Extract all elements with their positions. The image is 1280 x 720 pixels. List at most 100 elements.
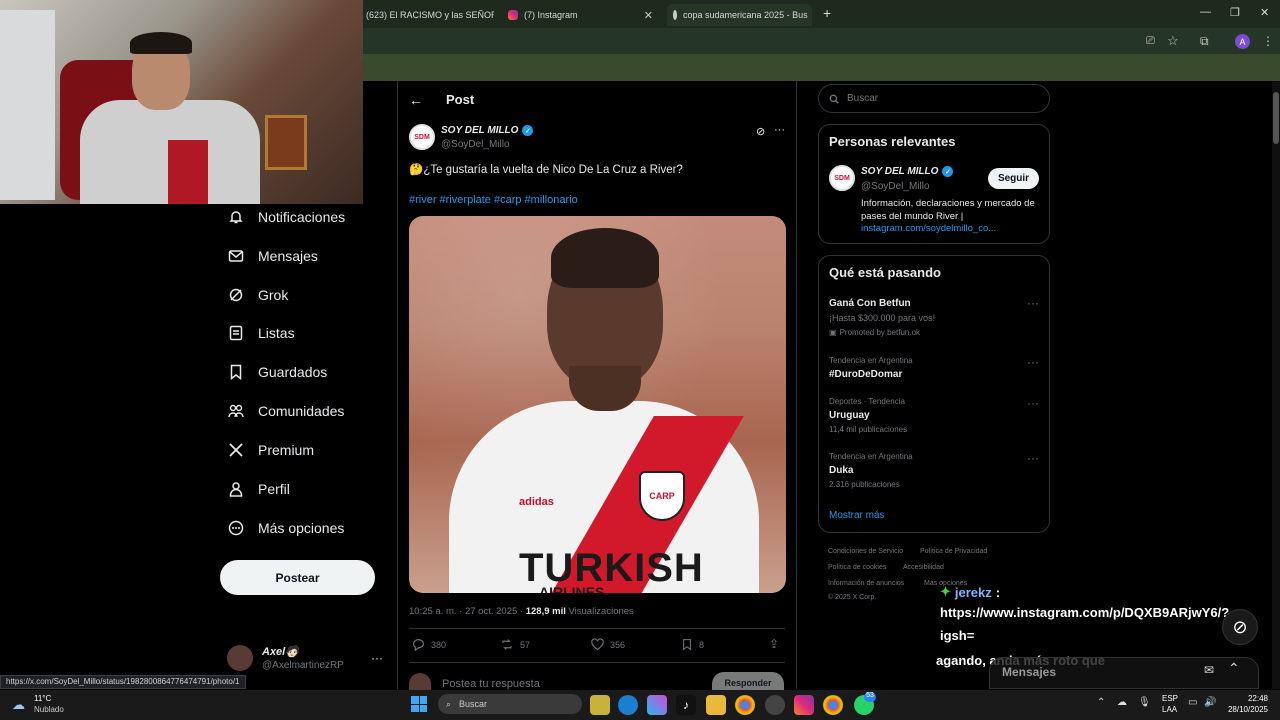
- author-name-row[interactable]: SOY DEL MILLO ✓: [441, 125, 534, 136]
- chrome-icon[interactable]: [823, 695, 843, 715]
- tray-cloud-icon[interactable]: ☁: [1117, 697, 1127, 708]
- lang-2[interactable]: LAA: [1162, 705, 1177, 714]
- network-icon[interactable]: ▭: [1188, 697, 1197, 708]
- nav-item-messages[interactable]: Mensajes: [228, 244, 318, 268]
- weather-text[interactable]: Nublado: [34, 705, 64, 714]
- nav-item-profile[interactable]: Perfil: [228, 477, 290, 501]
- minimize-icon[interactable]: —: [1200, 6, 1211, 18]
- relevant-name-row[interactable]: SOY DEL MILLO ✓: [861, 166, 954, 177]
- scrollbar[interactable]: [1272, 81, 1280, 689]
- grok-explain-icon[interactable]: ⊘: [756, 125, 765, 138]
- browser-tab-active[interactable]: copa sudamericana 2025 - Bus ✕: [667, 4, 812, 26]
- relevant-handle: @SoyDel_Millo: [861, 181, 930, 192]
- share-icon[interactable]: ⇪: [769, 637, 779, 651]
- search-icon: [829, 94, 839, 104]
- back-arrow-icon[interactable]: ←: [409, 92, 423, 108]
- footer-link[interactable]: Política de Privacidad: [920, 548, 987, 555]
- new-tab-icon[interactable]: +: [823, 5, 831, 21]
- grok-fab-icon[interactable]: ⊘: [1222, 609, 1258, 645]
- footer-link[interactable]: Política de cookies: [828, 564, 886, 571]
- relevant-avatar[interactable]: SDM: [829, 165, 855, 191]
- trend-name[interactable]: Uruguay: [829, 410, 870, 421]
- browser-tab[interactable]: (623) El RACISMO y las SEÑORA ✕: [366, 4, 494, 26]
- clock-date[interactable]: 28/10/2025: [1222, 705, 1268, 714]
- app-icon[interactable]: [765, 695, 785, 715]
- account-handle: @AxelmartinezRP: [262, 660, 344, 671]
- lang-1[interactable]: ESP: [1162, 694, 1178, 703]
- divider: [409, 628, 785, 629]
- browser-tab[interactable]: (7) Instagram ✕: [508, 4, 653, 26]
- trend-more-icon[interactable]: ···: [1027, 296, 1039, 310]
- menu-icon[interactable]: ⋮: [1262, 34, 1274, 48]
- star-icon[interactable]: ☆: [1167, 33, 1179, 49]
- trend-name[interactable]: Ganá Con Betfun: [829, 298, 911, 309]
- search-box[interactable]: Buscar: [818, 84, 1050, 113]
- taskbar-search-label: Buscar: [459, 699, 488, 709]
- scrollbar-thumb[interactable]: [1273, 92, 1279, 144]
- microphone-icon[interactable]: 🎙: [1138, 697, 1151, 708]
- search-icon: ⌕: [446, 698, 452, 709]
- trend-more-icon[interactable]: ···: [1027, 355, 1039, 369]
- post-button[interactable]: Postear: [220, 560, 375, 595]
- reply-input[interactable]: Postea tu respuesta: [442, 678, 540, 690]
- author-avatar[interactable]: SDM: [409, 124, 435, 150]
- taskbar-search[interactable]: ⌕ Buscar: [438, 694, 582, 714]
- nav-item-more[interactable]: Más opciones: [228, 516, 344, 540]
- footer-link[interactable]: Condiciones de Servicio: [828, 548, 903, 555]
- volume-icon[interactable]: 🔊: [1204, 697, 1216, 708]
- reply-action[interactable]: 380: [412, 638, 446, 651]
- weather-temp[interactable]: 11°C: [34, 694, 51, 703]
- show-more-link[interactable]: Mostrar más: [829, 510, 885, 521]
- footer-link[interactable]: Información de anuncios: [828, 580, 904, 587]
- repost-action[interactable]: 57: [500, 638, 530, 651]
- follow-button[interactable]: Seguir: [988, 168, 1039, 189]
- windows-start-icon[interactable]: [411, 696, 427, 712]
- sponsor-text-2: AIRLINES: [539, 584, 605, 593]
- footer-link[interactable]: Accesibilidad: [903, 564, 944, 571]
- maximize-icon[interactable]: ❐: [1230, 6, 1240, 19]
- trend-more-icon[interactable]: ···: [1027, 396, 1039, 410]
- trend-name[interactable]: #DuroDeDomar: [829, 369, 902, 380]
- nav-item-grok[interactable]: Grok: [228, 283, 288, 307]
- account-avatar[interactable]: [227, 645, 253, 671]
- profile-avatar[interactable]: A: [1235, 34, 1250, 49]
- edge-icon[interactable]: [618, 695, 638, 715]
- close-tab-icon[interactable]: ✕: [644, 9, 653, 22]
- nav-item-notifications[interactable]: Notificaciones: [228, 205, 345, 229]
- new-message-icon[interactable]: ✉: [1204, 663, 1214, 677]
- nav-item-lists[interactable]: Listas: [228, 321, 295, 345]
- post-image[interactable]: CARP adidas TURKISH AIRLINES: [409, 216, 786, 593]
- tray-chevron-icon[interactable]: ⌃: [1097, 697, 1105, 708]
- cast-icon[interactable]: ⎚: [1146, 35, 1155, 48]
- bio-link[interactable]: instagram.com/soydelmillo_co...: [861, 223, 996, 234]
- chrome-icon[interactable]: [735, 695, 755, 715]
- like-action[interactable]: 356: [591, 638, 625, 651]
- post-hashtags[interactable]: #river #riverplate #carp #millonario: [409, 194, 578, 206]
- post-more-icon[interactable]: ···: [774, 124, 785, 136]
- post-time: 10:25 a. m. · 27 oct. 2025 ·: [409, 606, 526, 617]
- instagram-icon: [508, 10, 518, 20]
- nav-item-bookmarks[interactable]: Guardados: [228, 360, 327, 384]
- folder-icon[interactable]: [706, 695, 726, 715]
- trend-meta: Tendencia en Argentina: [829, 356, 913, 365]
- trend-name[interactable]: Duka: [829, 465, 853, 476]
- bookmark-action[interactable]: 8: [681, 638, 704, 651]
- more-circle-icon: [228, 520, 244, 536]
- file-manager-icon[interactable]: [590, 695, 610, 715]
- instagram-icon[interactable]: [794, 695, 814, 715]
- tiktok-icon[interactable]: ♪: [676, 695, 696, 715]
- nav-item-premium[interactable]: Premium: [228, 438, 314, 462]
- account-more-icon[interactable]: ···: [371, 651, 383, 665]
- copilot-icon[interactable]: [647, 695, 667, 715]
- nav-item-communities[interactable]: Comunidades: [228, 399, 344, 423]
- author-handle[interactable]: @SoyDel_Millo: [441, 139, 510, 150]
- trend-more-icon[interactable]: ···: [1027, 451, 1039, 465]
- close-window-icon[interactable]: ✕: [1260, 6, 1269, 19]
- verified-icon: ✓: [942, 166, 954, 177]
- webcam-hair: [130, 32, 192, 54]
- extensions-icon[interactable]: ⧉: [1200, 34, 1209, 49]
- trend-promo: Promoted by betfun.ok: [839, 328, 921, 337]
- reply-button[interactable]: Responder: [712, 672, 784, 690]
- clock-time[interactable]: 22:48: [1232, 694, 1268, 703]
- expand-icon[interactable]: ⌃: [1228, 660, 1240, 677]
